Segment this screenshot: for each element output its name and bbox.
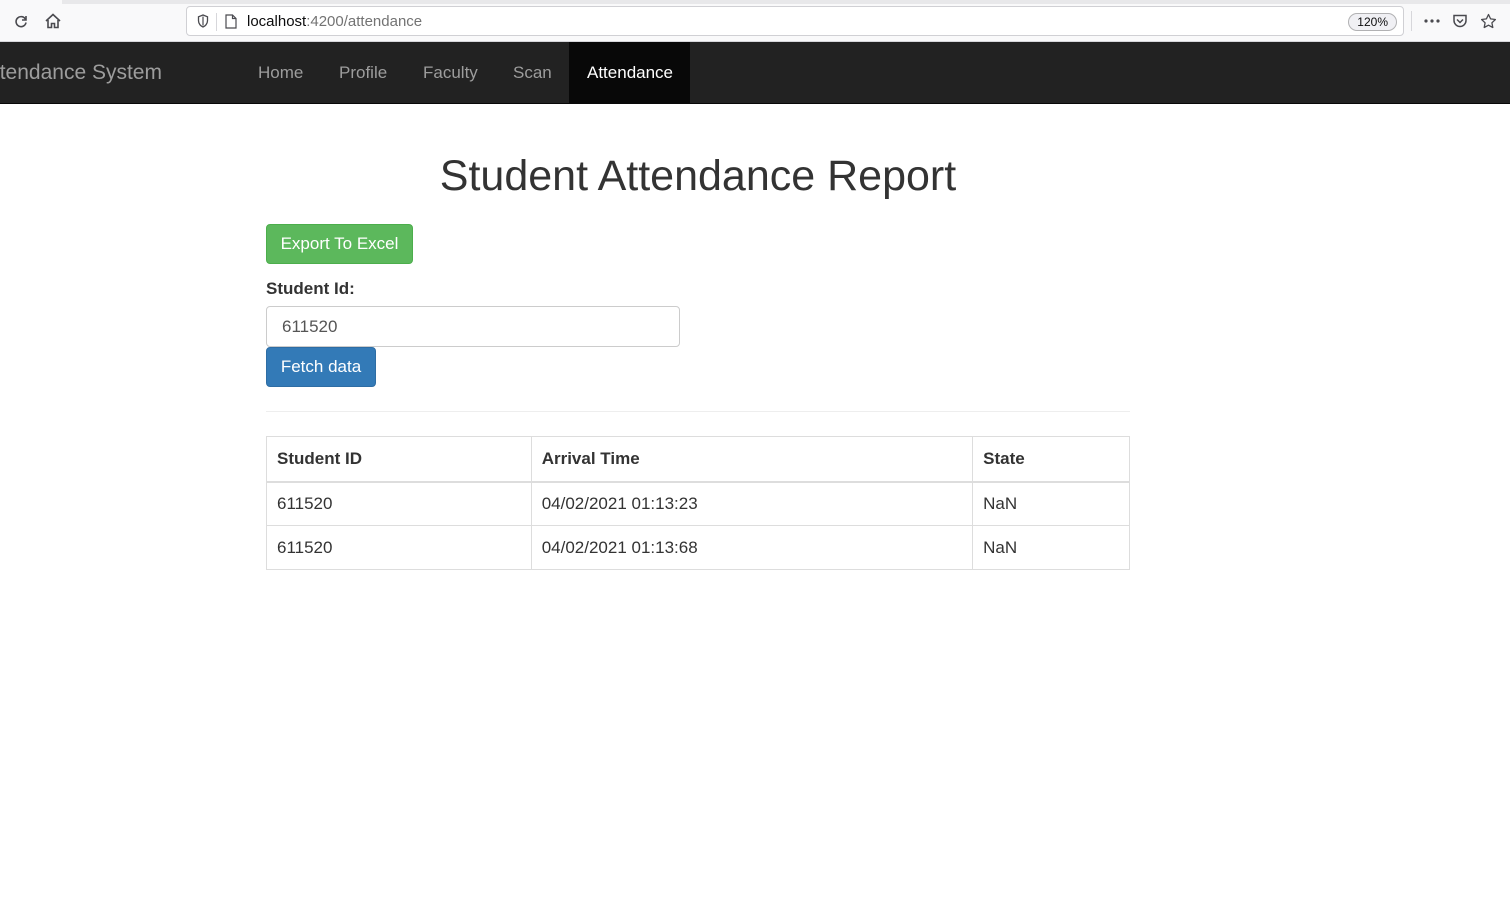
navbar-brand-label: ent Attendance System [0, 61, 162, 84]
student-id-label: Student Id: [266, 279, 355, 298]
cell-arrival-time: 04/02/2021 01:13:23 [530, 481, 974, 526]
nav-item-scan[interactable]: Scan [495, 42, 570, 103]
toolbar-separator [1411, 11, 1412, 31]
home-icon[interactable] [41, 9, 65, 33]
zoom-level-badge[interactable]: 120% [1348, 13, 1397, 31]
url-host: localhost [247, 13, 307, 30]
tab-strip [62, 0, 1510, 4]
url-bar[interactable]: localhost:4200/attendance 120% [186, 6, 1404, 36]
pocket-icon[interactable] [1448, 9, 1472, 33]
reload-icon[interactable] [9, 9, 33, 33]
cell-student-id: 611520 [266, 525, 532, 570]
url-separator [216, 13, 217, 31]
nav-item-faculty[interactable]: Faculty [405, 42, 496, 103]
navbar-brand[interactable]: ent Attendance System [0, 42, 162, 103]
column-header-student-id: Student ID [266, 436, 532, 483]
nav-item-attendance[interactable]: Attendance [569, 42, 690, 103]
export-to-excel-button[interactable]: Export To Excel [266, 224, 413, 264]
browser-toolbar: localhost:4200/attendance 120% [0, 0, 1510, 42]
bookmark-star-icon[interactable] [1476, 9, 1500, 33]
table-row: 611520 04/02/2021 01:13:68 NaN [266, 525, 1130, 570]
page-icon[interactable] [223, 13, 239, 29]
column-header-state: State [972, 436, 1130, 483]
cell-state: NaN [972, 525, 1130, 570]
shield-icon[interactable] [195, 13, 211, 29]
url-text[interactable]: localhost:4200/attendance [247, 13, 422, 30]
student-id-input[interactable] [266, 306, 680, 347]
page-title: Student Attendance Report [439, 152, 957, 200]
fetch-data-button[interactable]: Fetch data [266, 347, 376, 387]
cell-arrival-time: 04/02/2021 01:13:68 [530, 525, 974, 570]
nav-item-home[interactable]: Home [240, 42, 321, 103]
column-header-arrival-time: Arrival Time [530, 436, 974, 483]
navbar: ent Attendance System Home Profile Facul… [0, 42, 1510, 104]
url-path: :4200/attendance [306, 13, 423, 30]
cell-state: NaN [972, 481, 1130, 526]
nav-item-profile[interactable]: Profile [321, 42, 405, 103]
table-header-row: Student ID Arrival Time State [266, 436, 1130, 483]
table-row: 611520 04/02/2021 01:13:23 NaN [266, 481, 1130, 526]
more-options-icon[interactable] [1420, 9, 1444, 33]
cell-student-id: 611520 [266, 481, 532, 526]
attendance-table: Student ID Arrival Time State 611520 04/… [266, 436, 1130, 570]
divider [266, 411, 1130, 412]
